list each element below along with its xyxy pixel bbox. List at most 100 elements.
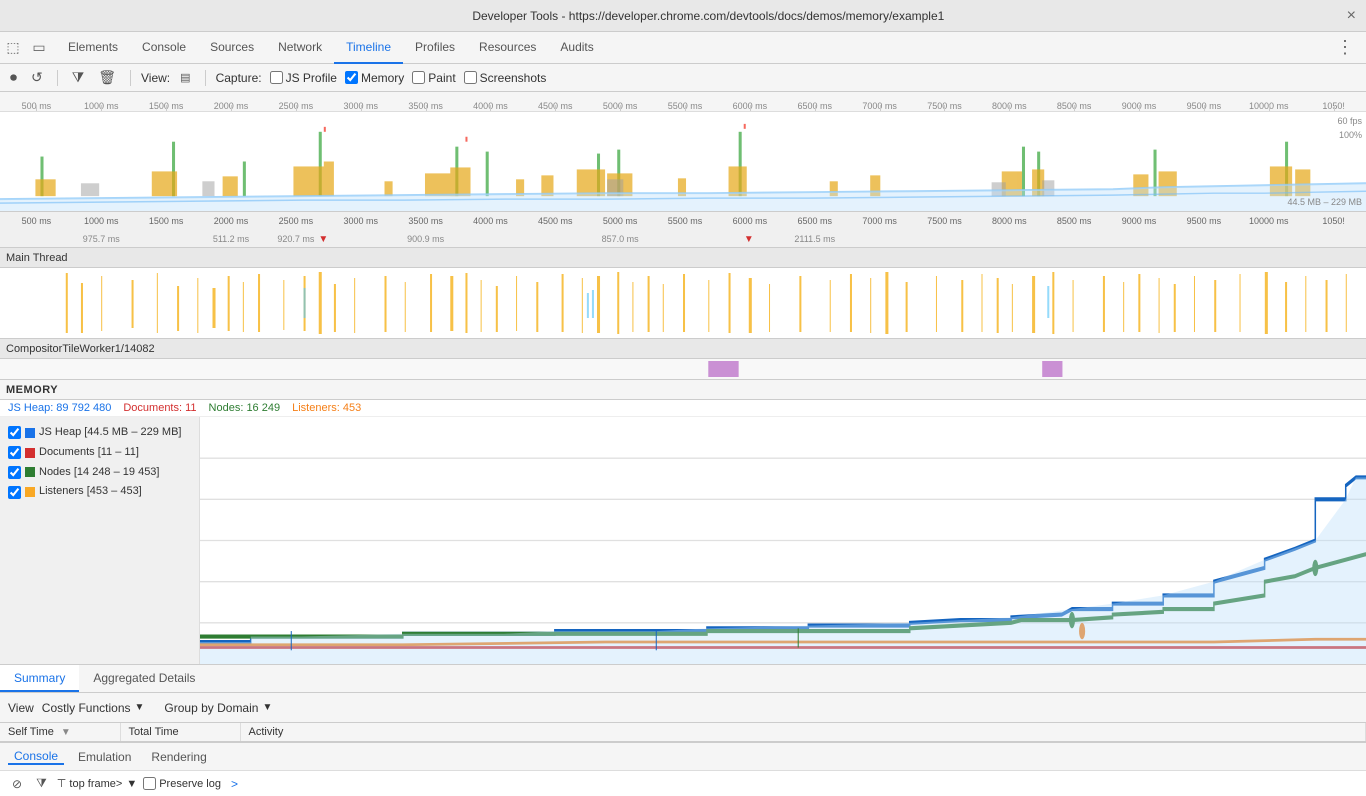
view-mode-icon[interactable]: ▤ <box>176 69 194 86</box>
overview-panel[interactable]: 60 fps 100% 44.5 MB – 229 MB <box>0 112 1366 212</box>
r2-4500: 4500 ms <box>523 216 588 226</box>
legend-listeners-color <box>25 487 35 497</box>
paint-checkbox[interactable] <box>412 71 425 84</box>
title-bar-title: Developer Tools - https://developer.chro… <box>70 9 1347 23</box>
paint-label: Paint <box>428 71 455 85</box>
data-table-container[interactable]: Self Time ▼ Total Time Activity <box>0 723 1366 742</box>
console-tab-rendering[interactable]: Rendering <box>145 750 212 764</box>
frame-select-label: ⊤ top frame> <box>57 777 123 790</box>
device-icon[interactable]: ▭ <box>30 39 48 57</box>
console-tab-emulation[interactable]: Emulation <box>72 750 137 764</box>
refresh-record-button[interactable]: ↺ <box>27 67 47 88</box>
frame-select-arrow: ▼ <box>126 778 137 790</box>
tick-3500: 3500 ms <box>393 101 458 111</box>
view-select[interactable]: Costly Functions ▼ <box>42 701 145 715</box>
tab-timeline[interactable]: Timeline <box>334 32 403 64</box>
screenshots-label: Screenshots <box>480 71 547 85</box>
ruler2-row1: 500 ms 1000 ms 1500 ms 2000 ms 2500 ms 3… <box>0 212 1366 230</box>
col-activity[interactable]: Activity <box>240 723 1366 742</box>
clear-button[interactable]: 🗑 <box>94 67 120 88</box>
r2-end: 1050! <box>1301 216 1366 226</box>
compositor-header: CompositorTileWorker1/14082 <box>0 339 1366 359</box>
tab-aggregated[interactable]: Aggregated Details <box>79 665 209 692</box>
preserve-log-checkbox[interactable] <box>143 777 156 790</box>
timeline-ruler-2: 500 ms 1000 ms 1500 ms 2000 ms 2500 ms 3… <box>0 212 1366 248</box>
legend-nodes-checkbox[interactable] <box>8 466 21 479</box>
console-filter-icon[interactable]: ⧩ <box>32 774 51 793</box>
capture-screenshots[interactable]: Screenshots <box>464 71 547 85</box>
memory-info-bar: JS Heap: 89 792 480 Documents: 11 Nodes:… <box>0 400 1366 417</box>
capture-memory[interactable]: Memory <box>345 71 404 85</box>
js-profile-checkbox[interactable] <box>270 71 283 84</box>
r2-2000: 2000 ms <box>199 216 264 226</box>
memory-section: MEMORY JS Heap: 89 792 480 Documents: 11… <box>0 380 1366 665</box>
tick-6000: 6000 ms <box>717 101 782 111</box>
view-row: View Costly Functions ▼ Group by Domain … <box>0 693 1366 723</box>
legend-documents-checkbox[interactable] <box>8 446 21 459</box>
main-thread-content[interactable] <box>0 268 1366 338</box>
legend-documents-text: Documents [11 – 11] <box>39 443 139 463</box>
capture-group: Capture: JS Profile Memory Paint Screens… <box>216 71 547 85</box>
legend-nodes-color <box>25 467 35 477</box>
tab-audits[interactable]: Audits <box>548 32 605 64</box>
compositor-content[interactable] <box>0 359 1366 379</box>
r2b-7: 900.9 ms <box>393 234 458 244</box>
js-heap-stat: JS Heap: 89 792 480 <box>8 402 111 414</box>
legend-listeners-checkbox[interactable] <box>8 486 21 499</box>
tab-profiles[interactable]: Profiles <box>403 32 467 64</box>
main-thread-flame <box>0 268 1366 338</box>
console-bar: Console Emulation Rendering <box>0 742 1366 770</box>
compositor-section: CompositorTileWorker1/14082 <box>0 339 1366 380</box>
legend-js-heap[interactable]: JS Heap [44.5 MB – 229 MB] <box>8 423 191 443</box>
inspect-icon[interactable]: ⬚ <box>4 39 22 57</box>
r2b-5: 920.7 ms ▼ <box>263 234 328 244</box>
capture-js-profile[interactable]: JS Profile <box>270 71 337 85</box>
r2-9500: 9500 ms <box>1171 216 1236 226</box>
memory-checkbox[interactable] <box>345 71 358 84</box>
record-button[interactable]: ⏺ <box>6 67 21 88</box>
legend-documents[interactable]: Documents [11 – 11] <box>8 443 191 463</box>
console-tab-console[interactable]: Console <box>8 749 64 765</box>
memory-legend: JS Heap [44.5 MB – 229 MB] Documents [11… <box>0 417 200 664</box>
legend-js-heap-checkbox[interactable] <box>8 426 21 439</box>
main-thread-header: Main Thread <box>0 248 1366 268</box>
r2-3000: 3000 ms <box>328 216 393 226</box>
r2b-13: 2111.5 ms <box>782 234 847 244</box>
frame-select[interactable]: ⊤ top frame> ▼ <box>57 777 137 790</box>
listeners-stat: Listeners: 453 <box>292 402 361 414</box>
capture-label: Capture: <box>216 71 262 85</box>
self-time-filter-icon[interactable]: ▼ <box>61 727 71 738</box>
compositor-label: CompositorTileWorker1/14082 <box>6 343 155 355</box>
tick-7500: 7500 ms <box>912 101 977 111</box>
devtools-body: 500 ms 1000 ms 1500 ms 2000 ms 2500 ms 3… <box>0 92 1366 796</box>
screenshots-checkbox[interactable] <box>464 71 477 84</box>
tab-sources[interactable]: Sources <box>198 32 266 64</box>
col-total-time[interactable]: Total Time <box>120 723 240 742</box>
tab-resources[interactable]: Resources <box>467 32 548 64</box>
toolbar-separator-2 <box>130 70 131 86</box>
group-by-select[interactable]: Group by Domain ▼ <box>164 701 272 715</box>
r2b-12: ▼ <box>717 234 782 245</box>
legend-nodes[interactable]: Nodes [14 248 – 19 453] <box>8 463 191 483</box>
capture-paint[interactable]: Paint <box>412 71 455 85</box>
r2-5000: 5000 ms <box>588 216 653 226</box>
more-tabs-button[interactable]: ⋮ <box>1328 37 1362 58</box>
tick-4500: 4500 ms <box>523 101 588 111</box>
view-select-label: Costly Functions <box>42 701 131 715</box>
r2-6500: 6500 ms <box>782 216 847 226</box>
tab-network[interactable]: Network <box>266 32 334 64</box>
tab-console[interactable]: Console <box>130 32 198 64</box>
tab-elements[interactable]: Elements <box>56 32 130 64</box>
close-button[interactable]: × <box>1347 7 1356 25</box>
filter-button[interactable]: ⧩ <box>68 67 89 88</box>
col-self-time[interactable]: Self Time ▼ <box>0 723 120 742</box>
preserve-log-group[interactable]: Preserve log <box>143 777 221 790</box>
legend-listeners[interactable]: Listeners [453 – 453] <box>8 482 191 502</box>
tab-summary[interactable]: Summary <box>0 665 79 692</box>
memory-chart-area[interactable] <box>200 417 1366 664</box>
expand-console-button[interactable]: > <box>231 777 238 791</box>
console-clear-icon[interactable]: ⊘ <box>8 775 26 793</box>
r2b-4: 511.2 ms <box>199 234 264 244</box>
table-header-row: Self Time ▼ Total Time Activity <box>0 723 1366 742</box>
group-by-label: Group by Domain <box>164 701 258 715</box>
